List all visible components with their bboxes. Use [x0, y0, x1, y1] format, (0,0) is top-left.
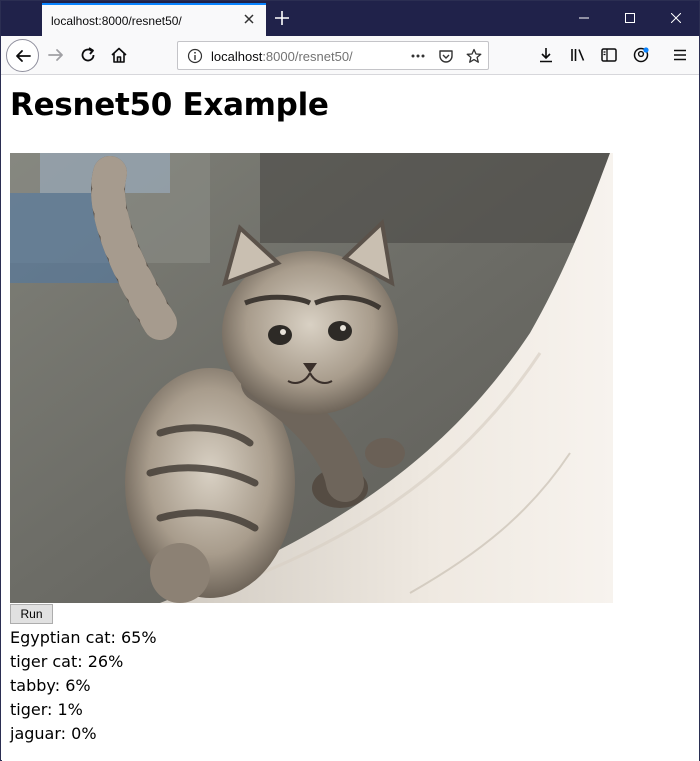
close-icon[interactable]: [653, 1, 699, 35]
result-label: tiger: [10, 700, 48, 719]
result-label: jaguar: [10, 724, 61, 743]
result-percent: 26%: [87, 652, 124, 671]
more-actions-icon[interactable]: [410, 48, 426, 64]
minimize-icon[interactable]: [561, 1, 607, 35]
results-list: Egyptian cat: 65% tiger cat: 26% tabby: 6%…: [10, 626, 157, 746]
result-label: tabby: [10, 676, 55, 695]
navigation-toolbar: localhost:8000/resnet50/: [1, 36, 699, 75]
account-icon[interactable]: [626, 40, 656, 70]
result-percent: 65%: [121, 628, 157, 647]
run-button[interactable]: Run: [10, 604, 53, 624]
result-item: jaguar: 0%: [10, 724, 97, 743]
url-text[interactable]: localhost:8000/resnet50/: [211, 49, 353, 64]
result-label: Egyptian cat: [10, 628, 111, 647]
url-bar[interactable]: localhost:8000/resnet50/: [177, 41, 489, 70]
tab-strip: localhost:8000/resnet50/: [1, 1, 699, 36]
bookmark-star-icon[interactable]: [466, 48, 482, 64]
forward-arrow-icon[interactable]: [41, 40, 71, 70]
kitten-photo: [10, 153, 613, 603]
reload-icon[interactable]: [73, 40, 103, 70]
library-icon[interactable]: [563, 40, 593, 70]
sidebar-icon[interactable]: [594, 40, 624, 70]
back-arrow-icon[interactable]: [6, 39, 39, 72]
browser-window: localhost:8000/resnet50/ localhost:8000/…: [0, 0, 700, 761]
url-path: :8000/resnet50/: [262, 49, 353, 64]
page-title: Resnet50 Example: [10, 87, 329, 123]
menu-icon[interactable]: [665, 40, 695, 70]
pocket-icon[interactable]: [438, 48, 454, 64]
result-percent: 6%: [65, 676, 91, 695]
info-icon[interactable]: [187, 48, 203, 64]
result-item: tiger: 1%: [10, 700, 83, 719]
new-tab-icon[interactable]: [273, 9, 291, 27]
page-content: Resnet50 Example Run Egyptian cat: 65% t…: [2, 76, 699, 761]
maximize-icon[interactable]: [607, 1, 653, 35]
close-tab-icon[interactable]: [241, 11, 257, 27]
home-icon[interactable]: [104, 40, 134, 70]
result-item: tabby: 6%: [10, 676, 91, 695]
download-icon[interactable]: [531, 40, 561, 70]
url-host: localhost: [211, 49, 263, 64]
result-percent: 0%: [71, 724, 97, 743]
result-item: tiger cat: 26%: [10, 652, 124, 671]
result-percent: 1%: [57, 700, 83, 719]
result-label: tiger cat: [10, 652, 78, 671]
tab-title: localhost:8000/resnet50/: [51, 14, 182, 28]
tab-resnet50[interactable]: localhost:8000/resnet50/: [42, 3, 266, 36]
result-item: Egyptian cat: 65%: [10, 628, 157, 647]
